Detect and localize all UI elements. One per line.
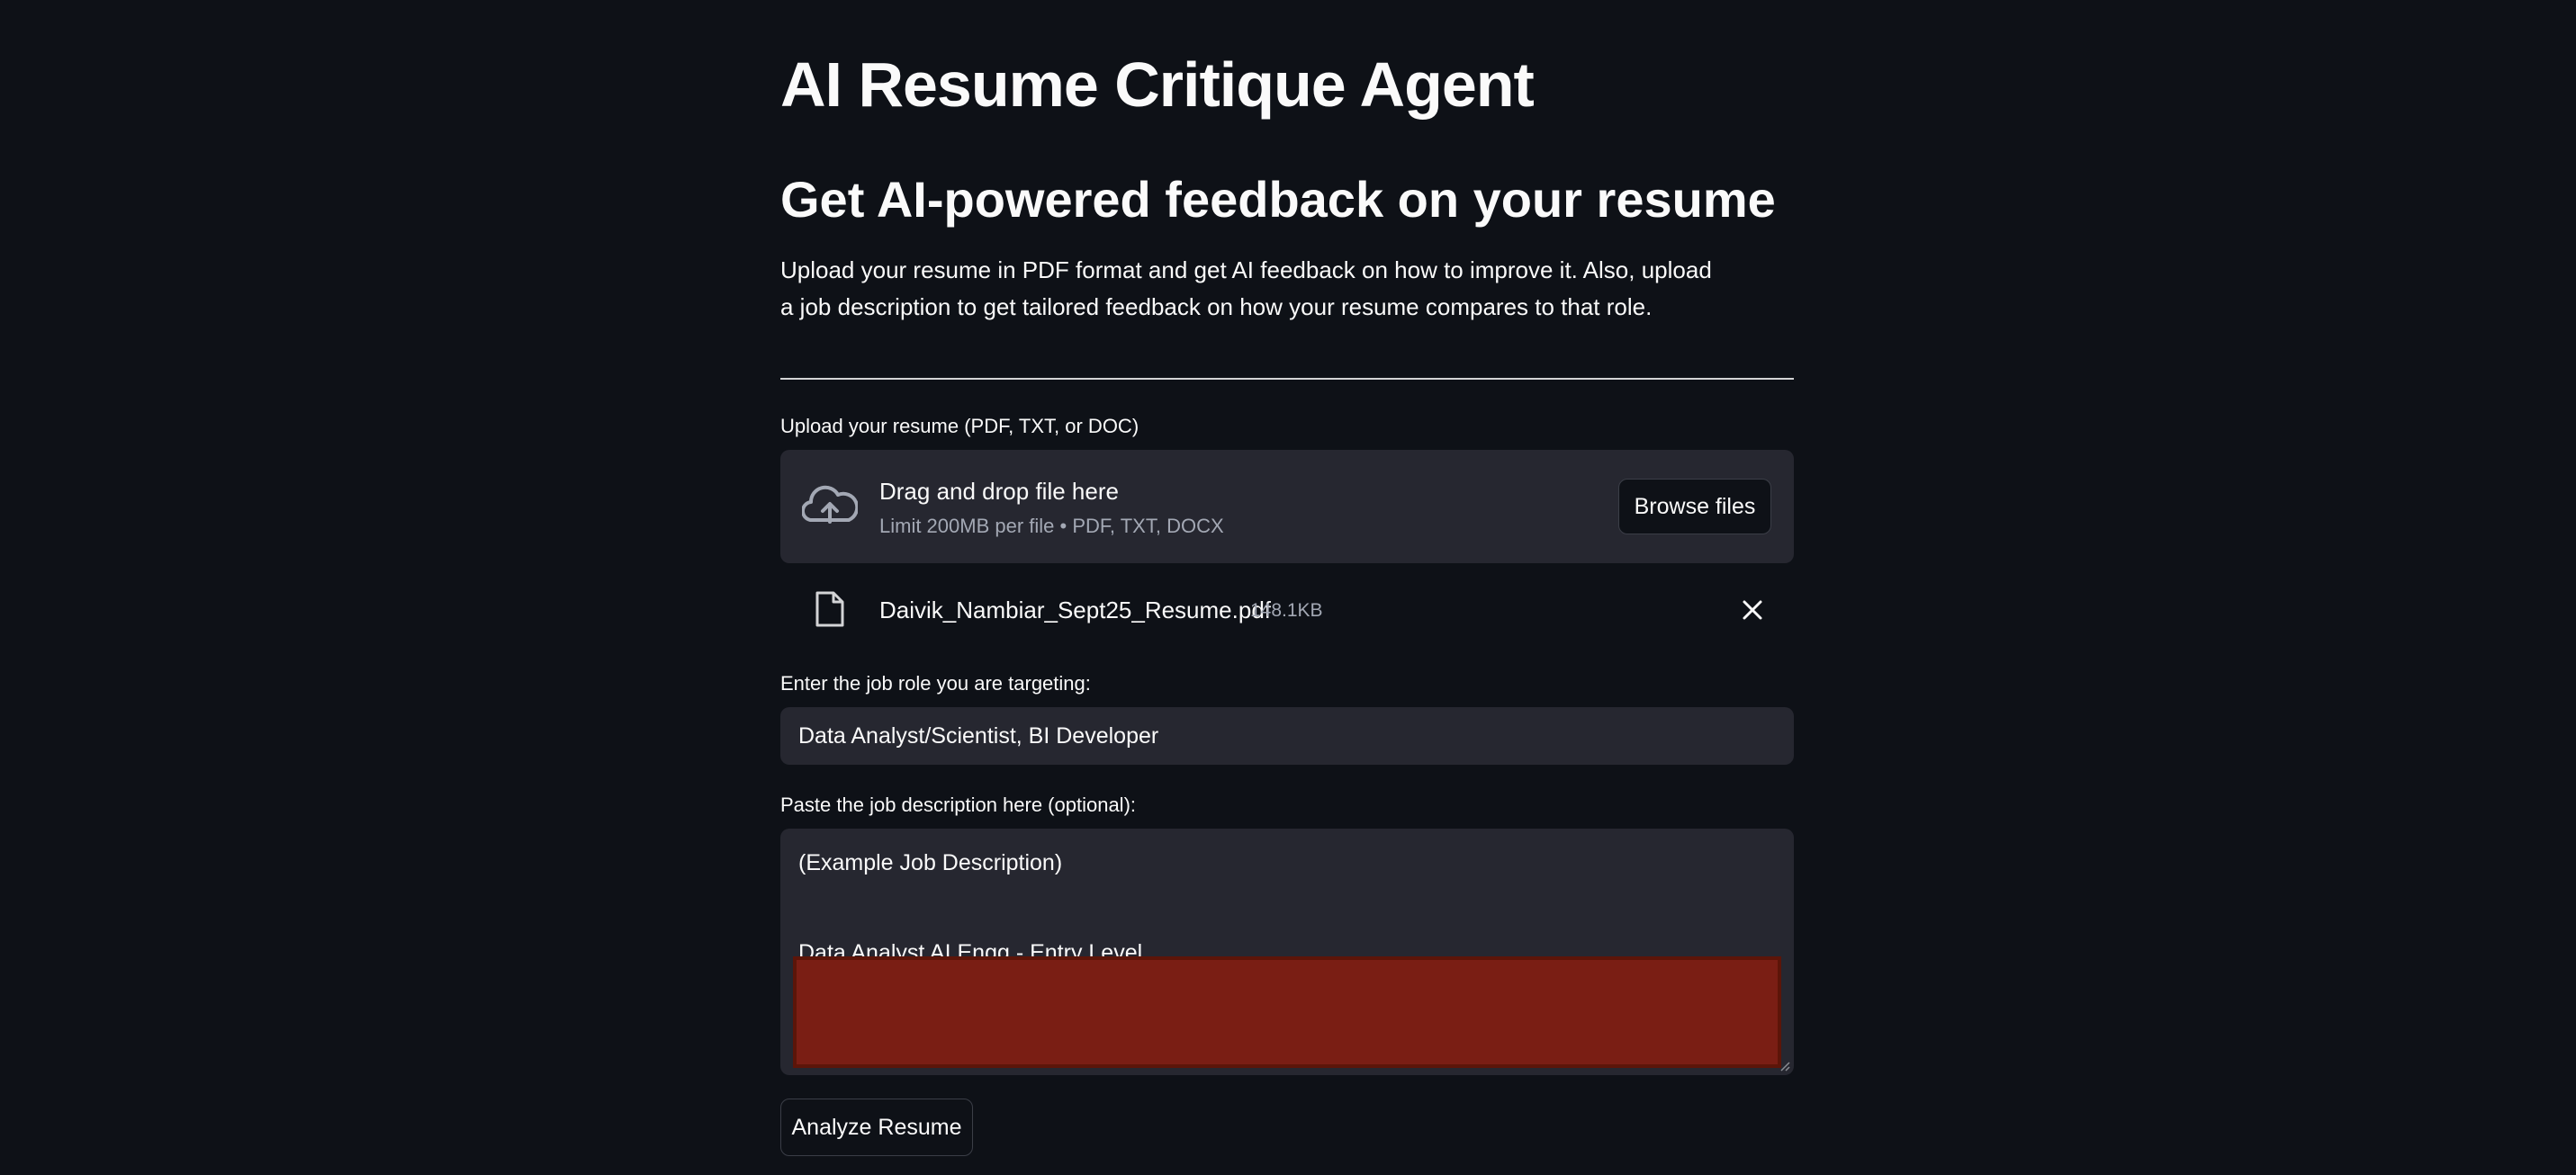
dropzone-limit-text: Limit 200MB per file • PDF, TXT, DOCX [879,515,1224,537]
uploaded-file-name: Daivik_Nambiar_Sept25_Resume.pdf [879,596,1272,623]
uploaded-file-size: 148.1KB [1250,600,1323,621]
resize-grip-icon[interactable] [1779,1061,1790,1072]
job-role-label: Enter the job role you are targeting: [780,672,1091,695]
resume-upload-label: Upload your resume (PDF, TXT, or DOC) [780,415,1139,437]
page-description: Upload your resume in PDF format and get… [780,256,1712,320]
redacted-block [793,956,1781,1068]
job-description-textarea[interactable]: (Example Job Description) Data Analyst A… [780,829,1794,1075]
uploaded-file-item: Daivik_Nambiar_Sept25_Resume.pdf 148.1KB [780,581,1794,639]
file-dropzone[interactable]: Drag and drop file here Limit 200MB per … [780,450,1794,563]
divider [780,378,1794,380]
job-description-line: (Example Job Description) [798,850,1063,875]
analyze-resume-button[interactable]: Analyze Resume [780,1099,973,1156]
dropzone-instructions: Drag and drop file here [879,478,1119,505]
job-role-input[interactable] [780,707,1794,765]
cloud-upload-icon [802,485,858,524]
file-icon [815,591,844,627]
page-title: AI Resume Critique Agent [780,49,1535,120]
close-icon[interactable] [1742,599,1763,621]
job-description-label: Paste the job description here (optional… [780,794,1137,816]
page-subtitle: Get AI-powered feedback on your resume [780,171,1776,228]
browse-files-button[interactable]: Browse files [1618,479,1771,534]
